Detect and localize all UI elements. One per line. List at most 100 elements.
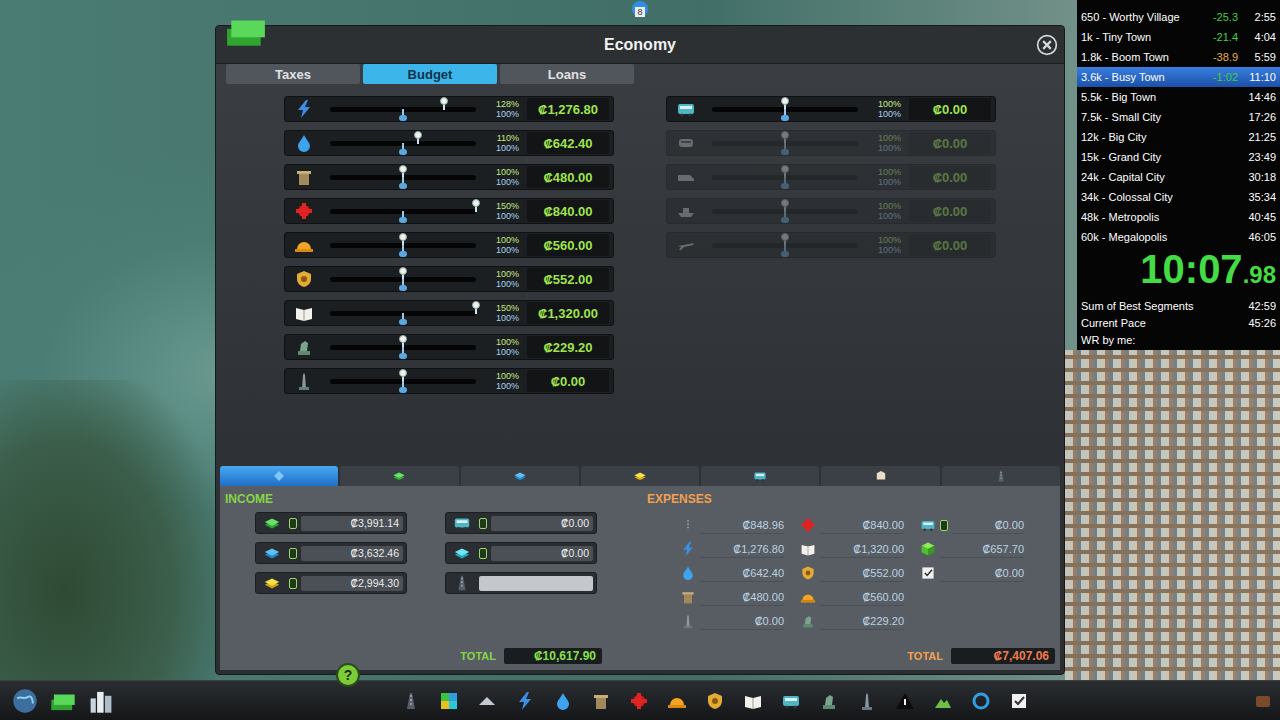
summary-tab[interactable] (461, 466, 579, 486)
day-knob (399, 335, 407, 343)
night-handle[interactable] (784, 109, 786, 120)
night-handle[interactable] (402, 313, 404, 324)
summary-tab[interactable] (821, 466, 939, 486)
budget-slider[interactable] (330, 131, 476, 155)
toolbar-button[interactable] (48, 686, 78, 716)
day-handle[interactable] (475, 302, 477, 314)
help-button[interactable]: ? (336, 663, 360, 687)
budget-slider[interactable] (712, 97, 858, 121)
budget-slider[interactable] (330, 267, 476, 291)
budget-slider[interactable] (330, 233, 476, 257)
budget-slider[interactable] (712, 131, 858, 155)
water-icon (553, 691, 573, 711)
toolbar-button[interactable] (894, 690, 916, 712)
toolbar-button[interactable] (780, 690, 802, 712)
night-handle[interactable] (402, 245, 404, 256)
expense-item: ₡848.96 (680, 513, 784, 537)
split-time: 14:46 (1238, 91, 1276, 103)
toggle-button[interactable] (479, 518, 487, 529)
toolbar-button[interactable] (400, 690, 422, 712)
toolbar-button[interactable] (514, 690, 536, 712)
night-handle[interactable] (402, 347, 404, 358)
night-handle[interactable] (402, 211, 404, 222)
toolbar-button[interactable] (590, 690, 612, 712)
day-handle[interactable] (475, 200, 477, 212)
toggle-button[interactable] (289, 548, 297, 559)
budget-row: 100%100%₡560.00 (284, 232, 614, 258)
tab[interactable]: Loans (500, 64, 634, 84)
summary-tab[interactable] (701, 466, 819, 486)
split-row: 15k - Grand City23:49 (1077, 147, 1280, 167)
toggle-button[interactable] (289, 518, 297, 529)
split-name: 1.8k - Boom Town (1081, 51, 1196, 63)
budget-percent: 150%100% (483, 303, 519, 323)
budget-slider[interactable] (712, 233, 858, 257)
toolbar-button[interactable] (970, 690, 992, 712)
toolbar-button[interactable] (1252, 690, 1274, 712)
budget-slider[interactable] (330, 335, 476, 359)
toolbar-button[interactable] (666, 690, 688, 712)
budget-slider[interactable] (330, 165, 476, 189)
expenses-section: EXPENSES₡848.96₡1,276.80₡642.40₡480.00₡0… (647, 492, 1055, 664)
residential-icon (259, 514, 285, 532)
night-knob (399, 319, 407, 325)
night-handle[interactable] (402, 109, 404, 120)
toolbar-button[interactable] (86, 686, 116, 716)
budget-row: 100%100%₡0.00 (666, 198, 996, 224)
night-handle[interactable] (784, 211, 786, 222)
summary-tab[interactable] (581, 466, 699, 486)
garbage-icon (680, 589, 696, 605)
service-icon-cell (285, 201, 323, 221)
summary-tab[interactable] (942, 466, 1060, 486)
budget-slider[interactable] (330, 199, 476, 223)
expense-amount: ₡552.00 (820, 565, 904, 582)
budget-slider[interactable] (712, 199, 858, 223)
toggle-button[interactable] (289, 578, 297, 589)
toolbar-button[interactable] (704, 690, 726, 712)
city-map[interactable]: 8EconomyTaxesBudgetLoans128%100%₡1,276.8… (0, 0, 1280, 680)
bus-icon (449, 514, 475, 532)
close-button[interactable] (1036, 34, 1058, 56)
night-handle[interactable] (402, 279, 404, 290)
night-handle[interactable] (402, 177, 404, 188)
day-handle[interactable] (417, 132, 419, 144)
day-knob (781, 165, 789, 173)
day-handle[interactable] (443, 98, 445, 110)
summary-tab[interactable] (220, 466, 338, 486)
toggle-button[interactable] (479, 548, 487, 559)
policy-icon (920, 541, 936, 557)
tab[interactable]: Taxes (226, 64, 360, 84)
toolbar-button[interactable] (932, 690, 954, 712)
toolbar-button[interactable] (438, 690, 460, 712)
budget-amount: ₡0.00 (909, 98, 991, 120)
toolbar-button[interactable] (10, 686, 40, 716)
budget-row: 150%100%₡840.00 (284, 198, 614, 224)
budget-slider[interactable] (712, 165, 858, 189)
night-handle[interactable] (784, 245, 786, 256)
metro-icon (676, 133, 696, 153)
night-handle[interactable] (784, 143, 786, 154)
toolbar-button[interactable] (1008, 690, 1030, 712)
budget-slider[interactable] (330, 97, 476, 121)
summary-tab[interactable] (340, 466, 458, 486)
toolbar-button[interactable] (818, 690, 840, 712)
split-row: 48k - Metropolis40:45 (1077, 207, 1280, 227)
toolbar-button[interactable] (856, 690, 878, 712)
toggle-button[interactable] (940, 520, 948, 531)
map-marker[interactable]: 8 (632, 1, 648, 17)
toolbar-button[interactable] (628, 690, 650, 712)
toolbar-button[interactable] (742, 690, 764, 712)
night-handle[interactable] (402, 143, 404, 154)
budget-slider[interactable] (330, 301, 476, 325)
tab[interactable]: Budget (363, 64, 497, 84)
night-knob (781, 149, 789, 155)
toolbar-button[interactable] (552, 690, 574, 712)
toolbar-button[interactable] (476, 690, 498, 712)
night-handle[interactable] (402, 381, 404, 392)
day-percent: 110% (497, 133, 519, 143)
expense-item: ₡0.00 (680, 609, 784, 633)
water-icon (294, 133, 314, 153)
budget-slider[interactable] (330, 369, 476, 393)
night-handle[interactable] (784, 177, 786, 188)
split-name: 34k - Colossal City (1081, 191, 1196, 203)
